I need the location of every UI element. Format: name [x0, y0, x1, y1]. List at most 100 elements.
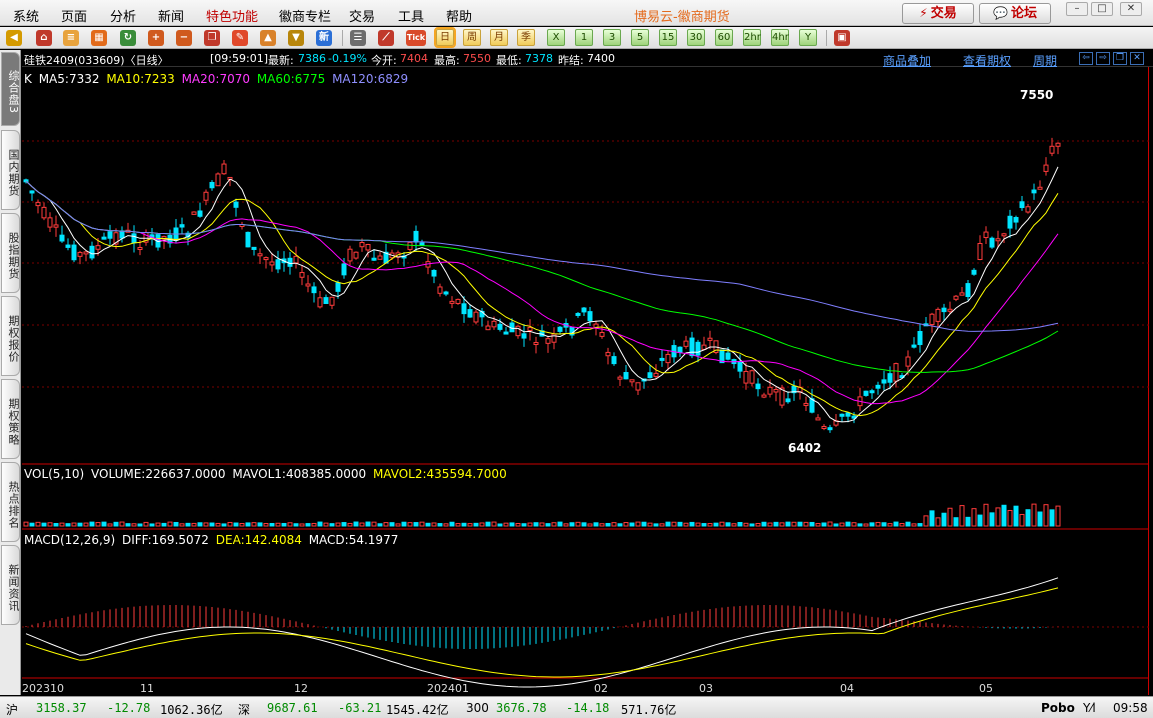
- candle-body: [977, 242, 983, 261]
- candle-body: [431, 269, 437, 277]
- menu-news[interactable]: 新闻: [158, 6, 184, 25]
- volume-bar: [923, 515, 929, 527]
- database-icon[interactable]: ≡: [63, 30, 79, 46]
- minimize-button[interactable]: –: [1066, 2, 1088, 16]
- candle-body: [677, 346, 683, 353]
- pencil-icon[interactable]: ✎: [232, 30, 248, 46]
- menu-system[interactable]: 系统: [13, 6, 39, 25]
- volume-bar: [995, 507, 1001, 527]
- period-5min[interactable]: 5: [631, 29, 649, 46]
- candle-body: [845, 412, 851, 417]
- refresh-icon[interactable]: ↻: [120, 30, 136, 46]
- volume-bar: [479, 522, 485, 527]
- period-1min[interactable]: 1: [575, 29, 593, 46]
- volume-bar: [449, 521, 455, 527]
- high-price: 7550: [463, 52, 491, 65]
- side-tab-option-quotes[interactable]: 期权报价: [1, 296, 20, 376]
- restore-icon[interactable]: ❐: [1113, 52, 1127, 65]
- maximize-button[interactable]: □: [1091, 2, 1113, 16]
- period-30min[interactable]: 30: [687, 29, 705, 46]
- side-tab-index-futures[interactable]: 股指期货: [1, 213, 20, 293]
- candle-body: [1019, 201, 1025, 209]
- price-legend: K MA5:7332 MA10:7233 MA20:7070 MA60:6775…: [24, 72, 411, 86]
- layout-icon[interactable]: ▣: [834, 30, 850, 46]
- volume-bar: [737, 521, 743, 527]
- period-3min[interactable]: 3: [603, 29, 621, 46]
- period-month[interactable]: 月: [490, 29, 508, 46]
- volume-bar: [809, 521, 815, 527]
- menu-special-features[interactable]: 特色功能: [206, 6, 258, 25]
- tick-icon[interactable]: Tick: [406, 30, 426, 46]
- candle-body: [695, 341, 701, 356]
- volume-bar: [125, 523, 131, 527]
- back-arrow-icon[interactable]: ◀: [6, 30, 22, 46]
- candle-body: [875, 384, 881, 389]
- candle-body: [515, 325, 521, 337]
- zoom-in-icon[interactable]: +: [148, 30, 164, 46]
- volume-bar: [239, 523, 245, 527]
- menu-analysis[interactable]: 分析: [110, 6, 136, 25]
- volume-bar: [665, 521, 671, 527]
- trade-button[interactable]: ⚡ 交易: [902, 3, 974, 24]
- volume-bar: [773, 521, 779, 527]
- quote-info-bar: 硅铁2409(033609)〈日线〉 [09:59:01] 最新: 7386 -…: [22, 50, 1153, 68]
- window-icon[interactable]: ❐: [204, 30, 220, 46]
- volume-bar: [161, 522, 167, 527]
- quote-list-icon[interactable]: ☰: [350, 30, 366, 46]
- period-week[interactable]: 周: [463, 29, 481, 46]
- menu-page[interactable]: 页面: [61, 6, 87, 25]
- period-60min[interactable]: 60: [715, 29, 733, 46]
- nav-left-icon[interactable]: ⇦: [1079, 52, 1093, 65]
- report-icon[interactable]: ▦: [91, 30, 107, 46]
- legend-macd-title: MACD(12,26,9): [24, 533, 116, 547]
- forum-button[interactable]: 💬 论坛: [979, 3, 1051, 24]
- alert-icon[interactable]: ▲: [260, 30, 276, 46]
- kline-chart[interactable]: K MA5:7332 MA10:7233 MA20:7070 MA60:6775…: [22, 67, 1149, 695]
- period-year[interactable]: Y: [799, 29, 817, 46]
- volume-bar: [983, 503, 989, 527]
- nav-right-icon[interactable]: ⇨: [1096, 52, 1110, 65]
- menu-tools[interactable]: 工具: [398, 6, 424, 25]
- close-chart-icon[interactable]: ✕: [1130, 52, 1144, 65]
- volume-bar: [821, 522, 827, 527]
- period-15min[interactable]: 15: [659, 29, 677, 46]
- menu-help[interactable]: 帮助: [446, 6, 472, 25]
- volume-bar: [95, 522, 101, 527]
- menu-huishang-column[interactable]: 徽商专栏: [279, 6, 331, 25]
- period-x[interactable]: X: [547, 29, 565, 46]
- period-quarter[interactable]: 季: [517, 29, 535, 46]
- volume-bar: [935, 517, 941, 527]
- volume-bar: [1037, 511, 1043, 527]
- candle-body: [1031, 189, 1037, 194]
- candle-body: [65, 244, 71, 248]
- close-button[interactable]: ✕: [1120, 2, 1142, 16]
- new-icon[interactable]: 新: [316, 30, 332, 46]
- sh-label: 沪: [6, 703, 19, 717]
- idx300-change: -14.18: [566, 701, 610, 715]
- candle-body: [293, 255, 299, 264]
- candle-body: [755, 383, 761, 390]
- volume-bar: [755, 522, 761, 527]
- volume-bar: [113, 521, 119, 527]
- side-tab-option-strategy[interactable]: 期权策略: [1, 379, 20, 459]
- idx300-value: 3676.78: [496, 701, 547, 715]
- period-day[interactable]: 日: [434, 27, 456, 48]
- side-tab-news[interactable]: 新闻资讯: [1, 545, 20, 625]
- volume-bar: [647, 522, 653, 527]
- candle-body: [221, 163, 227, 175]
- side-tab-hot-ranking[interactable]: 热点排名: [1, 462, 20, 542]
- volume-bar: [269, 523, 275, 527]
- low-label: 最低:: [496, 54, 522, 67]
- side-tab-domestic-futures[interactable]: 国内期货: [1, 130, 20, 210]
- volume-bar: [347, 522, 353, 527]
- menu-trade[interactable]: 交易: [349, 6, 375, 25]
- candle-body: [611, 356, 617, 365]
- period-2hr[interactable]: 2hr: [743, 29, 761, 46]
- side-tab-overview[interactable]: 综合盘3: [1, 52, 20, 126]
- home-icon[interactable]: ⌂: [36, 30, 52, 46]
- filter-icon[interactable]: ▼: [288, 30, 304, 46]
- candle-body: [863, 390, 869, 396]
- zoom-out-icon[interactable]: −: [176, 30, 192, 46]
- period-4hr[interactable]: 4hr: [771, 29, 789, 46]
- line-chart-icon[interactable]: ⟋: [378, 30, 394, 46]
